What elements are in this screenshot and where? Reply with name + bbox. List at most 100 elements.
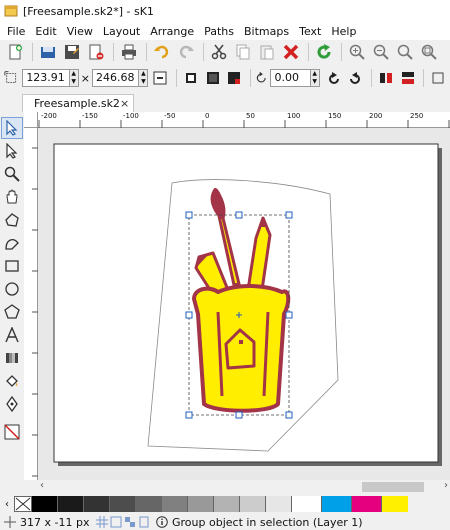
rectangle-tool[interactable]	[1, 255, 23, 277]
toolbar-separator	[250, 69, 251, 87]
swatch-gray-6[interactable]	[188, 496, 214, 512]
new-button[interactable]	[4, 41, 26, 63]
print-button[interactable]	[118, 41, 140, 63]
vertical-ruler[interactable]	[24, 128, 38, 480]
select-tool[interactable]	[1, 117, 23, 139]
menu-paths[interactable]: Paths	[199, 25, 239, 38]
tab-close-button[interactable]: ×	[120, 97, 129, 110]
selection-handle-tl[interactable]	[185, 211, 193, 219]
horizontal-ruler[interactable]: -200 -150 -100 -50 0 50 100 150 200 250	[38, 112, 450, 128]
toolbar-separator	[146, 43, 147, 61]
ruler-tick-label: -50	[164, 112, 176, 120]
menu-help[interactable]: Help	[326, 25, 361, 38]
drawing-canvas[interactable]	[38, 128, 450, 480]
selection-handle-l[interactable]	[185, 311, 193, 319]
mirror-v-button[interactable]	[398, 67, 418, 89]
swatch-gray-1[interactable]	[58, 496, 84, 512]
refresh-button[interactable]	[313, 41, 335, 63]
paste-button[interactable]	[256, 41, 278, 63]
zoom-tool[interactable]	[1, 163, 23, 185]
save-button[interactable]	[61, 41, 83, 63]
swatch-gray-5[interactable]	[162, 496, 188, 512]
scroll-left-arrow[interactable]: ‹	[40, 480, 44, 491]
menu-view[interactable]: View	[62, 25, 98, 38]
ungroup-button[interactable]	[224, 67, 244, 89]
status-bar: 317 x -11 px Group object in selection (…	[0, 514, 450, 530]
swatch-gray-9[interactable]	[266, 496, 292, 512]
open-icon	[41, 47, 55, 58]
width-spinner[interactable]: ▲ ▼	[69, 69, 79, 87]
snap-page-icon[interactable]	[138, 516, 150, 528]
snap-objects-icon[interactable]	[124, 516, 136, 528]
no-fill-swatch[interactable]	[1, 421, 23, 443]
snap-grid-icon[interactable]	[96, 516, 108, 528]
zoom-out-button[interactable]	[370, 41, 392, 63]
rotation-spinner[interactable]: ▲ ▼	[310, 69, 320, 87]
save-icon	[65, 45, 79, 59]
selection-handle-tr[interactable]	[285, 211, 293, 219]
selection-handle-t[interactable]	[235, 211, 243, 219]
undo-button[interactable]	[151, 41, 173, 63]
swatch-yellow[interactable]	[382, 496, 408, 512]
width-field[interactable]: 123.91	[22, 69, 70, 87]
zoom-page-button[interactable]	[418, 41, 440, 63]
selection-handle-br[interactable]	[285, 411, 293, 419]
text-tool[interactable]	[1, 324, 23, 346]
selection-handle-b[interactable]	[235, 411, 243, 419]
horizontal-scrollbar[interactable]: ‹ ›	[38, 480, 450, 494]
copy-button[interactable]	[232, 41, 254, 63]
menu-arrange[interactable]: Arrange	[145, 25, 199, 38]
save-as-button[interactable]	[85, 41, 107, 63]
swatch-gray-3[interactable]	[110, 496, 136, 512]
height-field[interactable]: 246.68	[91, 69, 140, 87]
swatch-cyan[interactable]	[322, 496, 352, 512]
swatch-gray-7[interactable]	[214, 496, 240, 512]
redo-button[interactable]	[175, 41, 197, 63]
bezier-tool[interactable]	[1, 232, 23, 254]
swatch-gray-8[interactable]	[240, 496, 266, 512]
selection-handle-bl[interactable]	[185, 411, 193, 419]
snap-guides-icon[interactable]	[110, 516, 122, 528]
scrollbar-thumb[interactable]	[362, 482, 424, 492]
palette-left-arrow[interactable]: ‹	[0, 496, 14, 512]
tab-document[interactable]: Freesample.sk2 ×	[22, 94, 134, 112]
swatch-black[interactable]	[32, 496, 58, 512]
swatch-gray-2[interactable]	[84, 496, 110, 512]
document-tabs: Freesample.sk2 ×	[0, 94, 450, 112]
menu-file[interactable]: File	[2, 25, 30, 38]
swatch-white[interactable]	[292, 496, 322, 512]
cut-button[interactable]	[208, 41, 230, 63]
no-color-swatch[interactable]	[14, 496, 32, 512]
page-frame-button[interactable]	[428, 67, 448, 89]
align-button[interactable]	[181, 67, 201, 89]
fill-tool[interactable]	[1, 370, 23, 392]
mirror-h-button[interactable]	[376, 67, 396, 89]
pencil-cup[interactable]	[192, 284, 291, 413]
ellipse-tool[interactable]	[1, 278, 23, 300]
stroke-tool[interactable]	[1, 393, 23, 415]
menu-bitmaps[interactable]: Bitmaps	[239, 25, 294, 38]
zoom-fit-button[interactable]	[394, 41, 416, 63]
ruler-corner[interactable]	[24, 112, 38, 128]
height-spinner[interactable]: ▲ ▼	[139, 69, 149, 87]
menu-layout[interactable]: Layout	[98, 25, 145, 38]
lock-ratio-button[interactable]	[150, 67, 170, 89]
selection-handle-r[interactable]	[285, 311, 293, 319]
scroll-right-arrow[interactable]: ›	[444, 480, 448, 491]
gradient-tool[interactable]	[1, 347, 23, 369]
menu-edit[interactable]: Edit	[30, 25, 61, 38]
polygon-shape-tool[interactable]	[1, 301, 23, 323]
group-button[interactable]	[203, 67, 223, 89]
swatch-magenta[interactable]	[352, 496, 382, 512]
node-tool[interactable]	[1, 140, 23, 162]
rotate-left-button[interactable]	[324, 67, 344, 89]
swatch-gray-4[interactable]	[136, 496, 162, 512]
menu-text[interactable]: Text	[294, 25, 326, 38]
fleur-tool[interactable]	[1, 186, 23, 208]
rotation-field[interactable]: 0.00	[270, 69, 311, 87]
open-button[interactable]	[37, 41, 59, 63]
delete-button[interactable]	[280, 41, 302, 63]
polygon-tool[interactable]	[1, 209, 23, 231]
zoom-in-button[interactable]	[346, 41, 368, 63]
rotate-right-button[interactable]	[345, 67, 365, 89]
